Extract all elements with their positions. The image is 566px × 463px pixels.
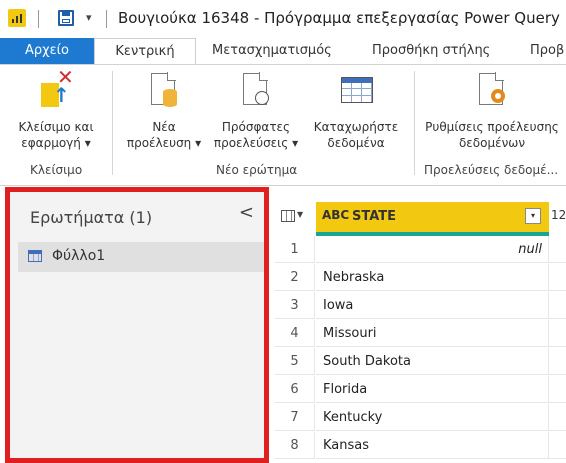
next-column-cell[interactable] [549,432,566,459]
table-row[interactable]: 3 Iowa [275,292,566,320]
table-row[interactable]: 2 Nebraska [275,264,566,292]
tab-file[interactable]: Αρχείο [0,38,94,64]
close-apply-button[interactable]: ✕ ↑ Κλείσιμο και εφαρμογή ▾ [6,67,106,151]
row-number: 7 [275,404,315,431]
table-cell[interactable]: Nebraska [316,264,549,291]
data-source-settings-icon [475,71,509,111]
table-icon [28,250,42,262]
divider [38,10,39,28]
recent-sources-label-2: προελεύσεις ▾ [213,136,299,150]
table-icon [281,210,295,222]
group-divider [112,71,113,175]
text-type-icon[interactable]: ABC [322,208,349,222]
ribbon-tabs: Αρχείο Κεντρική Μετασχηματισμός Προσθήκη… [0,38,566,64]
table-cell[interactable]: Kentucky [316,404,549,431]
new-source-button[interactable]: Νέα προέλευση ▾ [118,71,210,151]
table-row[interactable]: 1 null [275,236,566,264]
queries-pane: Ερωτήματα (1) < Φύλλο1 [5,187,269,463]
table-row[interactable]: 5 South Dakota [275,348,566,376]
table-menu-button[interactable]: ▼ [275,200,315,236]
row-number: 2 [275,264,315,291]
source-settings-label-1: Ρυθμίσεις προέλευσης [425,120,559,134]
row-number: 1 [275,236,315,263]
next-column-cell[interactable] [549,292,566,319]
table-row[interactable]: 6 Florida [275,376,566,404]
enter-data-label-2: δεδομένα [327,136,385,150]
query-item-label: Φύλλο1 [52,248,106,264]
next-column-cell[interactable] [549,236,566,263]
group-close-label: Κλείσιμο [30,163,83,177]
data-grid: ▼ ABC STATE ▾ 12 1 null 2 Nebraska 3 Iowa 4 Mis… [275,200,566,463]
recent-sources-label-1: Πρόσφατες [221,120,291,134]
next-column-cell[interactable] [549,376,566,403]
ribbon: ✕ ↑ Κλείσιμο και εφαρμογή ▾ Κλείσιμο Νέα … [0,64,566,186]
source-settings-label-2: δεδομένων [458,136,526,150]
table-cell[interactable]: Florida [316,376,549,403]
next-column-cell[interactable] [549,320,566,347]
table-row[interactable]: 8 Kansas [275,432,566,460]
filter-dropdown-button[interactable]: ▾ [525,208,541,224]
new-source-label-2: προέλευση ▾ [126,136,202,150]
row-number: 8 [275,432,315,459]
table-cell[interactable]: Kansas [316,432,549,459]
column-name: STATE [352,209,397,224]
enter-data-button[interactable]: Καταχωρήστε δεδομένα [306,71,406,151]
tab-transform[interactable]: Μετασχηματισμός [212,38,332,64]
table-row[interactable]: 7 Kentucky [275,404,566,432]
group-data-sources-label: Προελεύσεις δεδομέ... [424,163,559,177]
data-source-settings-button[interactable]: Ρυθμίσεις προέλευσης δεδομένων [418,71,566,151]
row-number: 6 [275,376,315,403]
row-number: 5 [275,348,315,375]
tab-view[interactable]: Προβ [530,38,564,64]
chevron-down-icon: ▼ [297,210,304,219]
table-cell[interactable]: South Dakota [316,348,549,375]
recent-sources-button[interactable]: Πρόσφατες προελεύσεις ▾ [208,71,304,151]
table-icon [339,71,373,111]
recent-sources-icon [239,71,273,111]
close-apply-icon: ✕ ↑ [39,67,74,111]
close-apply-label-1: Κλείσιμο και [18,120,94,134]
column-header-state[interactable]: ABC STATE ▾ [316,202,549,236]
quick-access-dropdown[interactable]: ▾ [86,12,92,24]
save-icon[interactable] [58,10,74,26]
number-type-icon[interactable]: 12 [551,208,566,222]
close-apply-label-2: εφαρμογή ▾ [21,136,91,150]
enter-data-label-1: Καταχωρήστε [313,120,399,134]
next-column-cell[interactable] [549,348,566,375]
window-title: Βουγιούκα 16348 - Πρόγραμμα επεξεργασίας… [118,9,560,27]
collapse-pane-button[interactable]: < [239,202,254,223]
group-new-query-label: Νέο ερώτημα [216,163,298,177]
next-column-cell[interactable] [549,264,566,291]
table-cell[interactable]: Iowa [316,292,549,319]
divider [106,10,107,28]
row-number: 3 [275,292,315,319]
table-row[interactable]: 4 Missouri [275,320,566,348]
table-cell[interactable]: null [316,236,549,263]
row-number: 4 [275,320,315,347]
title-bar: ▾ Βουγιούκα 16348 - Πρόγραμμα επεξεργασί… [0,0,566,38]
power-bi-icon [8,9,26,27]
table-cell[interactable]: Missouri [316,320,549,347]
grid-header: ▼ ABC STATE ▾ 12 [275,200,566,236]
query-item-sheet1[interactable]: Φύλλο1 [18,242,264,272]
tab-home[interactable]: Κεντρική [94,38,196,64]
next-column-cell[interactable] [549,404,566,431]
group-divider [414,71,415,175]
new-source-label-1: Νέα [152,120,176,134]
tab-add-column[interactable]: Προσθήκη στήλης [372,38,490,64]
new-source-icon [147,71,181,111]
queries-pane-title: Ερωτήματα (1) [30,208,153,227]
